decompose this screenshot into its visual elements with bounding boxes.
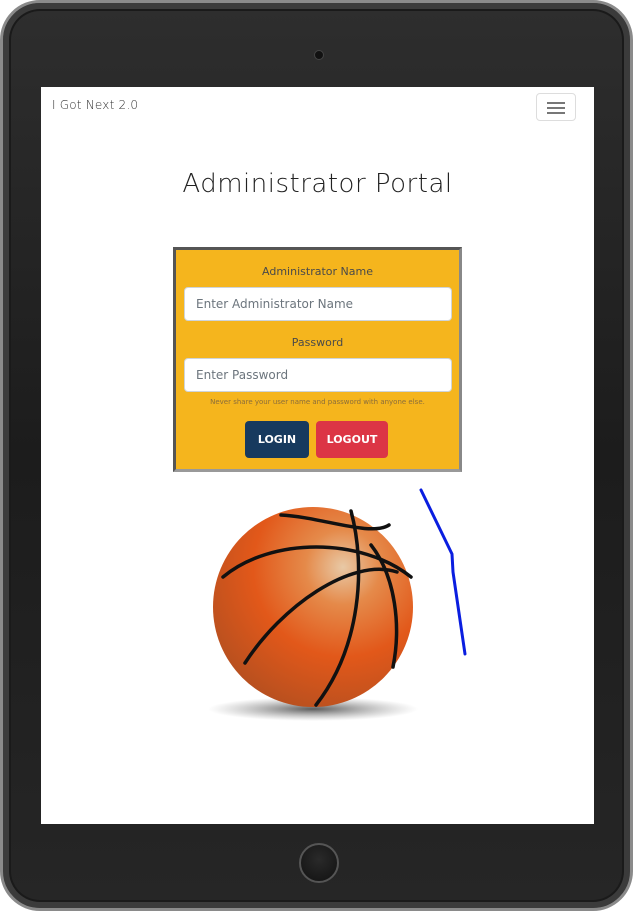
blue-pen-scribble (419, 488, 467, 656)
camera-icon (314, 50, 324, 60)
navbar-toggler-button[interactable] (536, 93, 576, 121)
logout-button[interactable]: LOGOUT (316, 421, 388, 458)
tablet-frame: I Got Next 2.0 Administrator Portal Admi… (0, 0, 633, 911)
password-input[interactable] (184, 358, 452, 392)
home-button[interactable] (299, 843, 339, 883)
basketball-image (208, 507, 418, 721)
password-help-text: Never share your user name and password … (210, 398, 425, 406)
brand-link[interactable]: I Got Next 2.0 (52, 98, 138, 112)
login-button[interactable]: LOGIN (245, 421, 309, 458)
login-form: Administrator Name Password Never share … (173, 247, 462, 472)
admin-name-label: Administrator Name (262, 265, 373, 278)
navbar: I Got Next 2.0 (41, 87, 594, 129)
hamburger-menu-icon (547, 102, 565, 104)
admin-name-input[interactable] (184, 287, 452, 321)
app-screen: I Got Next 2.0 Administrator Portal Admi… (41, 87, 594, 824)
page-title: Administrator Portal (182, 169, 453, 199)
password-label: Password (291, 336, 344, 349)
